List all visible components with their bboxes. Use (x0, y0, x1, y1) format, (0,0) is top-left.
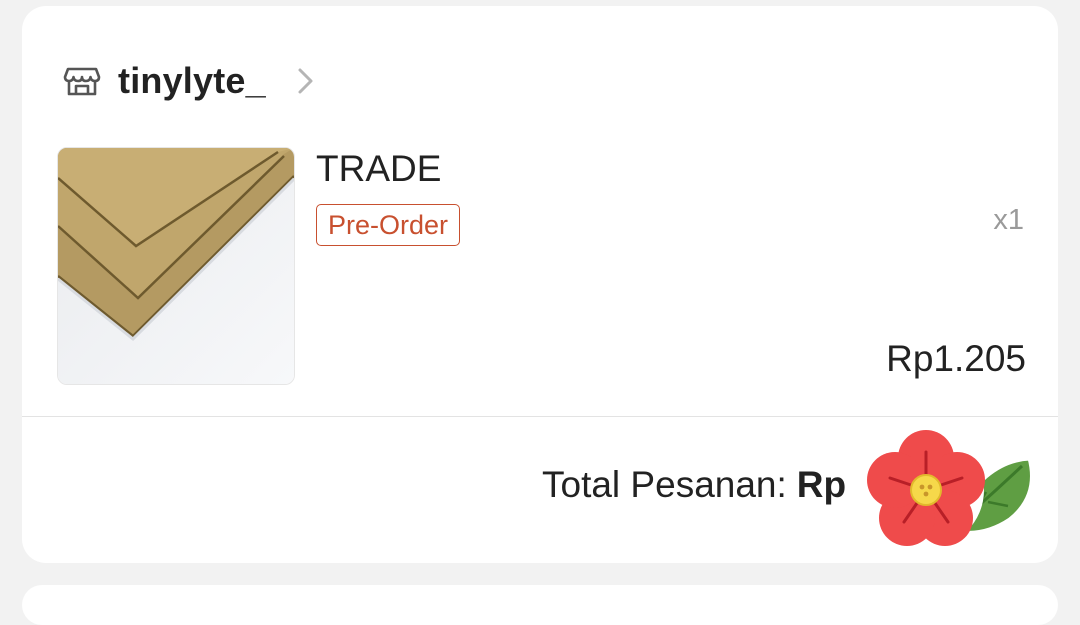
order-card: tinylyte_ TRADE Pre-Order x1 Rp1.205 Tot… (22, 6, 1058, 563)
total-label: Total Pesanan: (542, 464, 787, 505)
shop-name[interactable]: tinylyte_ (118, 60, 266, 102)
product-price: Rp1.205 (886, 338, 1026, 379)
total-amount: Rp (796, 464, 847, 505)
divider (22, 416, 1058, 417)
shop-header[interactable]: tinylyte_ (62, 56, 318, 106)
next-card (22, 585, 1058, 625)
product-title[interactable]: TRADE (316, 148, 441, 190)
pre-order-badge: Pre-Order (316, 204, 461, 246)
product-quantity: x1 (993, 204, 1024, 236)
order-total: Total Pesanan: Rp (542, 464, 846, 506)
storefront-icon (62, 61, 102, 101)
chevron-right-icon[interactable] (294, 65, 318, 97)
product-thumbnail[interactable] (57, 147, 295, 385)
flower-sticker-icon (840, 418, 1050, 563)
